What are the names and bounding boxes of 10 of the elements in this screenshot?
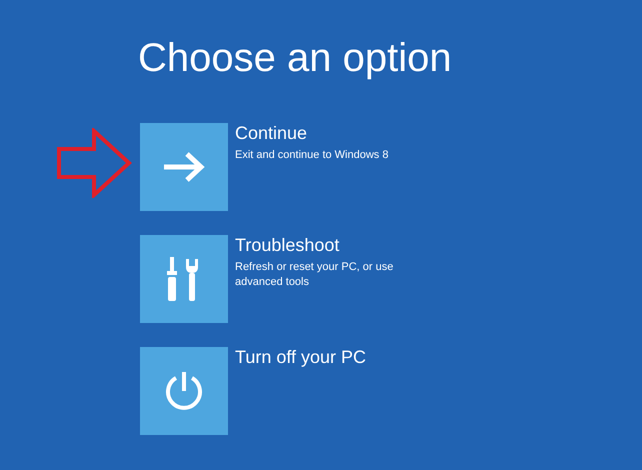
option-tile[interactable] <box>140 123 228 211</box>
page-title: Choose an option <box>138 36 452 81</box>
option-tile[interactable] <box>140 347 228 435</box>
option-tile[interactable] <box>140 235 228 323</box>
option-description: Refresh or reset your PC, or use advanced tools <box>235 260 394 290</box>
option-label[interactable]: Troubleshoot <box>235 235 425 256</box>
arrow-icon <box>162 151 206 183</box>
option-description: Exit and continue to Windows 8 <box>235 148 390 163</box>
option-label[interactable]: Turn off your PC <box>235 347 425 368</box>
option-label[interactable]: Continue <box>235 123 425 144</box>
